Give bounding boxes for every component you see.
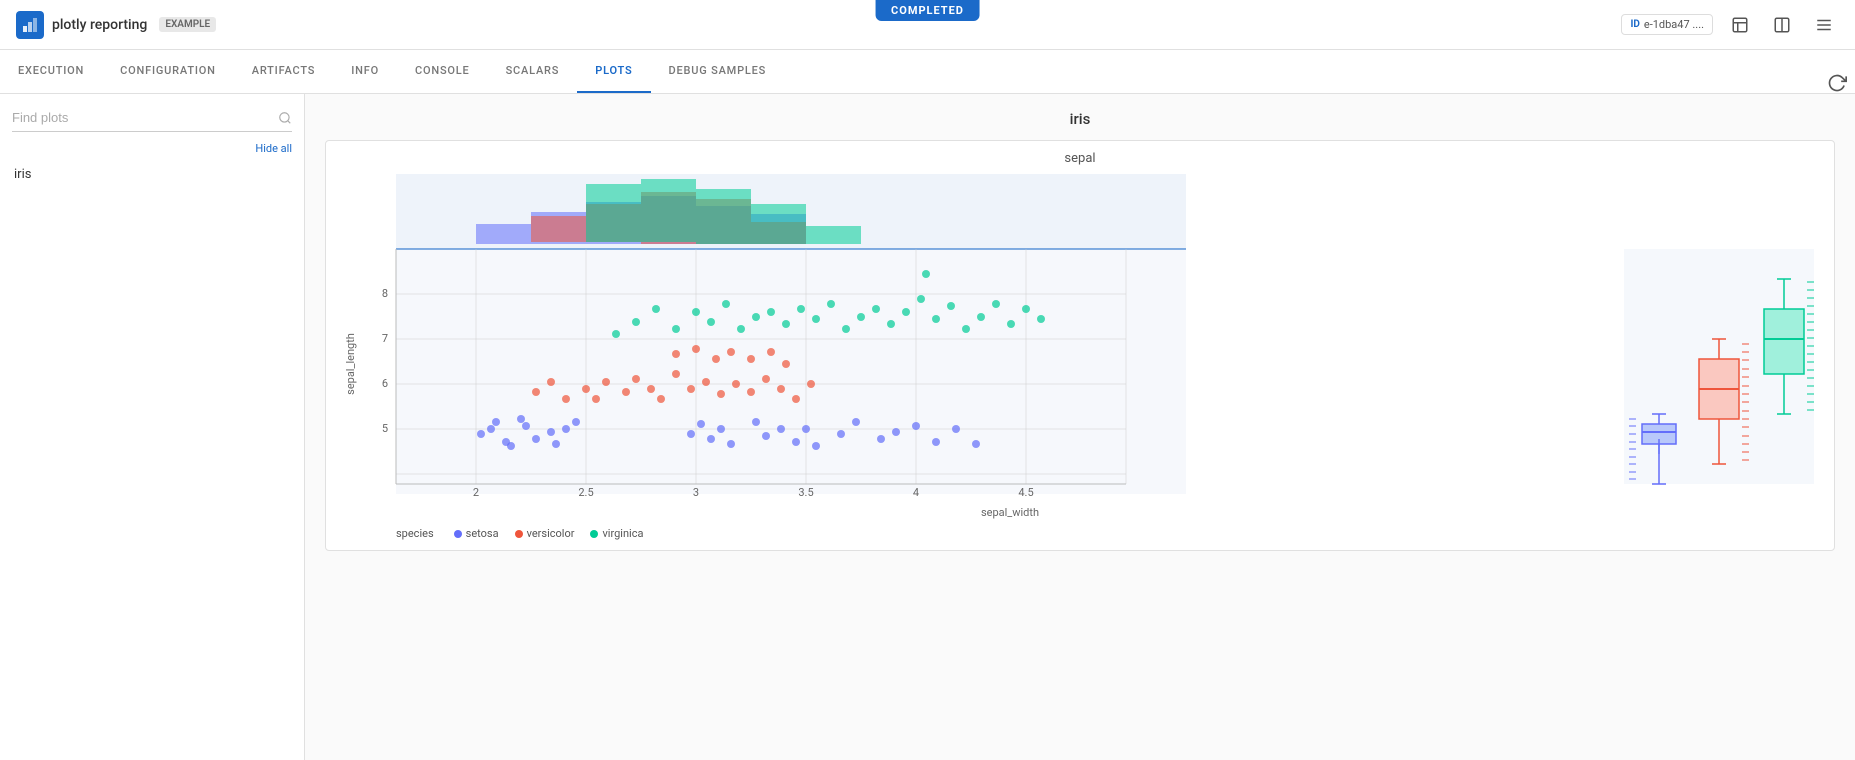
top-bar: plotly reporting EXAMPLE COMPLETED ID e-… <box>0 0 1855 50</box>
svg-text:7: 7 <box>382 332 388 345</box>
content-area: iris sepal <box>305 94 1855 760</box>
tab-execution[interactable]: EXECUTION <box>0 49 102 93</box>
tab-scalars[interactable]: SCALARS <box>488 49 578 93</box>
app-logo-area: plotly reporting EXAMPLE <box>16 11 216 39</box>
svg-text:3.5: 3.5 <box>798 486 813 499</box>
x-axis-label: sepal_width <box>396 506 1624 519</box>
id-badge[interactable]: ID e-1dba47 .... <box>1621 14 1713 35</box>
versicolor-label: versicolor <box>527 527 575 540</box>
tab-plots[interactable]: PLOTS <box>577 49 650 93</box>
id-label: ID <box>1630 19 1639 30</box>
chart-inner: 8 7 6 5 2 2.5 3 3.5 4 4.5 sepal_length <box>336 174 1824 519</box>
tab-info[interactable]: INFO <box>333 49 397 93</box>
tab-artifacts[interactable]: ARTIFACTS <box>234 49 334 93</box>
refresh-button[interactable] <box>1827 73 1847 93</box>
svg-text:4: 4 <box>913 486 919 499</box>
search-container <box>12 110 292 132</box>
svg-text:8: 8 <box>382 287 388 300</box>
legend-item-versicolor: versicolor <box>515 527 575 540</box>
nav-tabs: EXECUTION CONFIGURATION ARTIFACTS INFO C… <box>0 50 1855 94</box>
setosa-label: setosa <box>466 527 499 540</box>
tab-console[interactable]: CONSOLE <box>397 49 488 93</box>
id-value: e-1dba47 .... <box>1644 18 1704 31</box>
main-chart: 8 7 6 5 2 2.5 3 3.5 4 4.5 sepal_length <box>336 174 1624 519</box>
setosa-dot <box>454 530 462 538</box>
app-title: plotly reporting <box>52 17 147 33</box>
search-input[interactable] <box>12 110 278 125</box>
completed-badge: COMPLETED <box>875 0 980 21</box>
side-box-plot <box>1624 174 1824 519</box>
virginica-label: virginica <box>602 527 643 540</box>
top-bar-actions: ID e-1dba47 .... <box>1621 12 1839 38</box>
refresh-area <box>1827 73 1847 93</box>
hide-all-button[interactable]: Hide all <box>12 142 292 155</box>
svg-text:4.5: 4.5 <box>1018 486 1033 499</box>
tab-debug-samples[interactable]: DEBUG SAMPLES <box>651 49 785 93</box>
sidebar-item-iris[interactable]: iris <box>12 163 292 186</box>
example-badge: EXAMPLE <box>159 17 216 32</box>
main-svg: 8 7 6 5 2 2.5 3 3.5 4 4.5 sepal_length <box>336 174 1196 514</box>
legend-item-setosa: setosa <box>454 527 499 540</box>
svg-text:5: 5 <box>382 422 388 435</box>
svg-text:6: 6 <box>382 377 388 390</box>
menu-button[interactable] <box>1809 12 1839 38</box>
legend: species setosa versicolor virginica <box>336 527 1824 540</box>
legend-item-virginica: virginica <box>590 527 643 540</box>
logo-icon <box>16 11 44 39</box>
svg-text:sepal_length: sepal_length <box>344 333 357 395</box>
split-button[interactable] <box>1767 12 1797 38</box>
notes-button[interactable] <box>1725 12 1755 38</box>
chart-wrapper: sepal <box>325 140 1835 551</box>
tab-configuration[interactable]: CONFIGURATION <box>102 49 234 93</box>
sidebar: Hide all iris <box>0 94 305 760</box>
box-plot-svg <box>1624 174 1814 514</box>
plot-section-title: iris <box>325 110 1835 128</box>
search-icon[interactable] <box>278 111 292 125</box>
versicolor-dot <box>515 530 523 538</box>
main-layout: Hide all iris iris sepal <box>0 94 1855 760</box>
virginica-dot <box>590 530 598 538</box>
svg-text:2.5: 2.5 <box>578 486 593 499</box>
svg-text:3: 3 <box>693 486 699 499</box>
legend-species-label: species <box>396 527 434 540</box>
plot-sub-title: sepal <box>336 151 1824 166</box>
svg-text:2: 2 <box>473 486 479 499</box>
